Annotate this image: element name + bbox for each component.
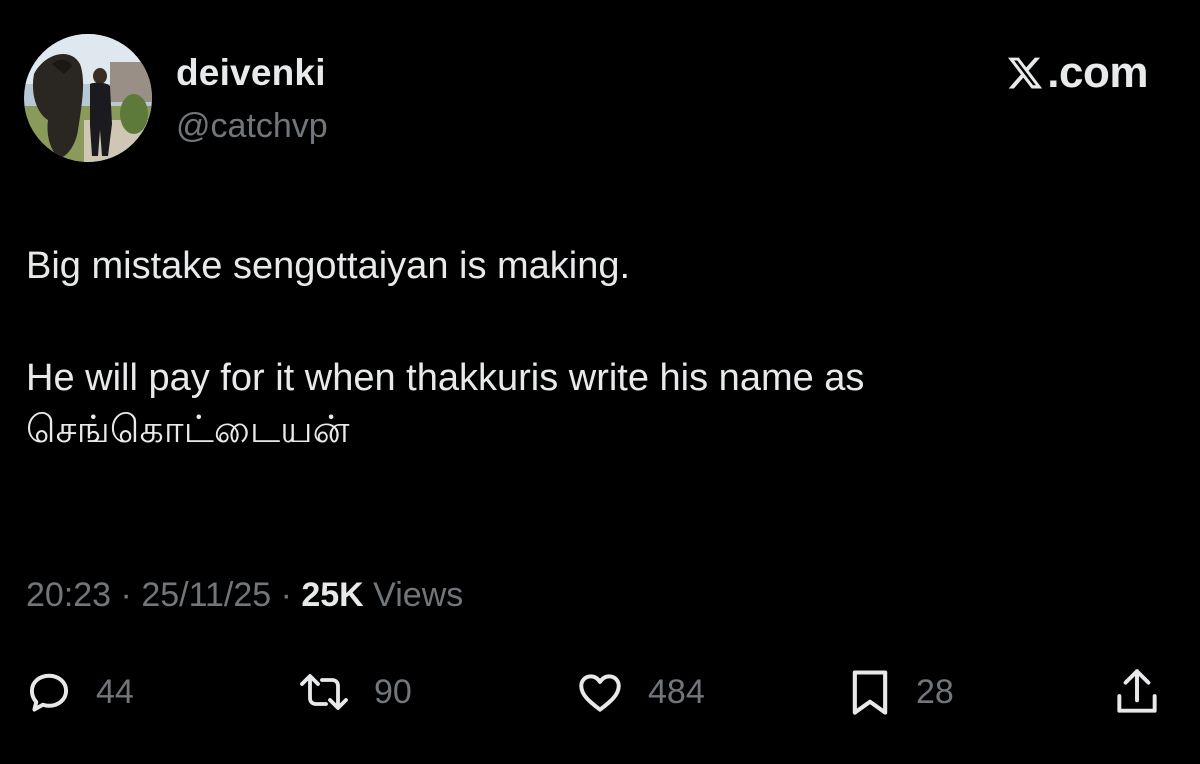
bookmark-count: 28 — [916, 673, 954, 711]
reply-button[interactable]: 44 — [24, 660, 134, 724]
like-count: 484 — [648, 673, 705, 711]
bookmark-icon — [852, 670, 888, 715]
share-button[interactable] — [1112, 660, 1162, 724]
brand-watermark: .com — [1005, 50, 1148, 96]
tweet-card: deivenki @catchvp .com Big mistake sengo… — [0, 0, 1200, 764]
views-count[interactable]: 25K — [301, 576, 363, 614]
action-bar: 44 90 484 28 — [0, 660, 1200, 724]
tweet-text: Big mistake sengottaiyan is making. He w… — [26, 240, 1176, 456]
tweet-paragraph-2-line-1: He will pay for it when thakkuris write … — [26, 357, 865, 399]
meta-separator: · — [111, 576, 142, 614]
reply-count: 44 — [96, 673, 134, 711]
x-logo-icon — [1008, 57, 1043, 89]
tweet-date[interactable]: 25/11/25 — [141, 576, 271, 614]
share-icon — [1117, 669, 1157, 713]
tweet-meta: 20:23 · 25/11/25 · 25K Views — [26, 572, 463, 618]
user-handle[interactable]: @catchvp — [176, 104, 328, 148]
bookmark-button[interactable]: 28 — [846, 660, 954, 724]
avatar-image — [24, 34, 152, 162]
views-label: Views — [363, 576, 464, 614]
tweet-paragraph-2-line-2: செங்கொட்டையன் — [26, 409, 350, 451]
avatar[interactable] — [24, 34, 152, 162]
heart-icon — [579, 674, 621, 712]
tweet-paragraph-1: Big mistake sengottaiyan is making. — [26, 245, 631, 287]
tweet-time[interactable]: 20:23 — [26, 576, 111, 614]
display-name[interactable]: deivenki — [176, 50, 326, 96]
meta-separator: · — [271, 576, 302, 614]
like-button[interactable]: 484 — [574, 660, 705, 724]
brand-text: .com — [1047, 48, 1148, 97]
repost-count: 90 — [374, 673, 412, 711]
repost-button[interactable]: 90 — [296, 660, 412, 724]
repost-icon — [300, 674, 348, 710]
reply-icon — [29, 673, 69, 712]
